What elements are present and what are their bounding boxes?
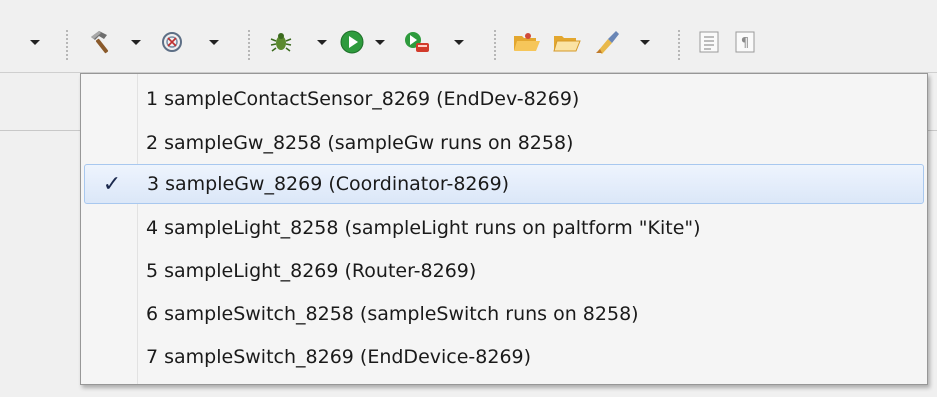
target-dropdown-arrow[interactable] [209,40,219,45]
show-whitespace-icon[interactable] [694,28,724,56]
toolbar-separator [494,30,496,60]
menu-item-config-3[interactable]: ✓ 3 sampleGw_8269 (Coordinator-8269) [84,164,924,204]
open-folder-icon[interactable] [510,28,544,56]
menu-item-label: 3 sampleGw_8269 (Coordinator-8269) [147,173,510,195]
build-dropdown-arrow[interactable] [131,40,141,45]
toolbar-dropdown-arrow[interactable] [30,40,40,45]
run-play-icon[interactable] [337,28,367,56]
pilcrow-icon[interactable]: ¶ [730,28,760,56]
toolbar-separator [66,30,68,60]
toolbar-separator [248,30,250,60]
toolbar: ¶ [0,0,937,72]
menu-item-label: 2 sampleGw_8258 (sampleGw runs on 8258) [146,132,574,154]
menu-item-config-7[interactable]: 7 sampleSwitch_8269 (EndDevice-8269) [84,337,924,377]
menu-item-label: 1 sampleContactSensor_8269 (EndDev-8269) [146,88,580,110]
menu-item-label: 5 sampleLight_8269 (Router-8269) [146,260,477,282]
brush-icon[interactable] [590,28,622,56]
external-tools-dropdown-arrow[interactable] [454,40,464,45]
menu-item-config-4[interactable]: 4 sampleLight_8258 (sampleLight runs on … [84,208,924,248]
menu-item-config-1[interactable]: 1 sampleContactSensor_8269 (EndDev-8269) [84,79,924,119]
check-icon: ✓ [102,171,122,197]
debug-bug-icon[interactable] [266,28,296,56]
run-dropdown-arrow[interactable] [375,40,385,45]
brush-dropdown-arrow[interactable] [640,40,650,45]
target-icon[interactable] [157,28,187,56]
build-configurations-menu: 1 sampleContactSensor_8269 (EndDev-8269)… [80,73,928,385]
build-hammer-icon[interactable] [84,28,118,56]
external-tools-icon[interactable] [400,28,434,56]
menu-item-config-2[interactable]: 2 sampleGw_8258 (sampleGw runs on 8258) [84,123,924,163]
menu-item-label: 6 sampleSwitch_8258 (sampleSwitch runs o… [146,303,639,325]
menu-item-label: 4 sampleLight_8258 (sampleLight runs on … [146,217,701,239]
menu-item-label: 7 sampleSwitch_8269 (EndDevice-8269) [146,346,532,368]
svg-text:¶: ¶ [741,36,749,51]
folder-icon[interactable] [550,28,584,56]
toolbar-separator [678,30,680,60]
menu-item-config-5[interactable]: 5 sampleLight_8269 (Router-8269) [84,251,924,291]
menu-item-config-6[interactable]: 6 sampleSwitch_8258 (sampleSwitch runs o… [84,294,924,334]
debug-dropdown-arrow[interactable] [317,40,327,45]
